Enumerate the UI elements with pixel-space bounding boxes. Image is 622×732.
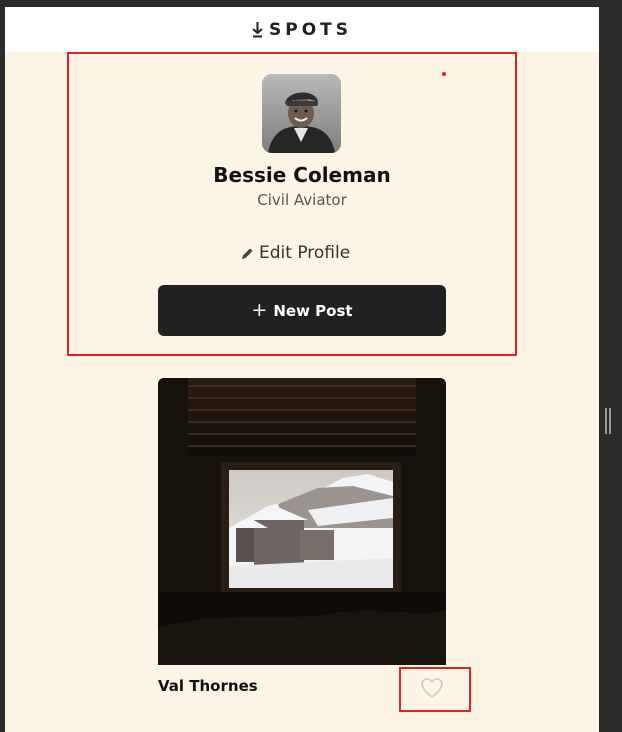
edit-profile-button[interactable]: Edit Profile bbox=[241, 241, 350, 265]
highlight-dot bbox=[442, 72, 446, 76]
plus-icon: + bbox=[251, 299, 268, 321]
page-viewport: SPOTS Bessie Coleman Civil Aviator Edit … bbox=[5, 7, 599, 732]
pencil-icon bbox=[242, 248, 253, 259]
avatar-image bbox=[262, 74, 341, 153]
card-image[interactable] bbox=[158, 378, 446, 665]
heart-icon[interactable] bbox=[420, 677, 444, 699]
new-post-button[interactable]: + New Post bbox=[158, 285, 446, 336]
card-photo bbox=[158, 378, 446, 665]
edit-profile-label: Edit Profile bbox=[259, 243, 351, 263]
avatar bbox=[262, 74, 341, 153]
new-post-label: New Post bbox=[273, 301, 353, 320]
profile-job: Civil Aviator bbox=[257, 191, 347, 209]
scrollbar-grip-icon[interactable] bbox=[604, 408, 612, 434]
logo[interactable]: SPOTS bbox=[252, 20, 352, 40]
logo-text: SPOTS bbox=[269, 19, 352, 40]
card-title: Val Thornes bbox=[158, 677, 258, 695]
header: SPOTS bbox=[5, 7, 599, 52]
profile-name: Bessie Coleman bbox=[213, 163, 391, 187]
spots-logo-icon bbox=[252, 21, 263, 37]
